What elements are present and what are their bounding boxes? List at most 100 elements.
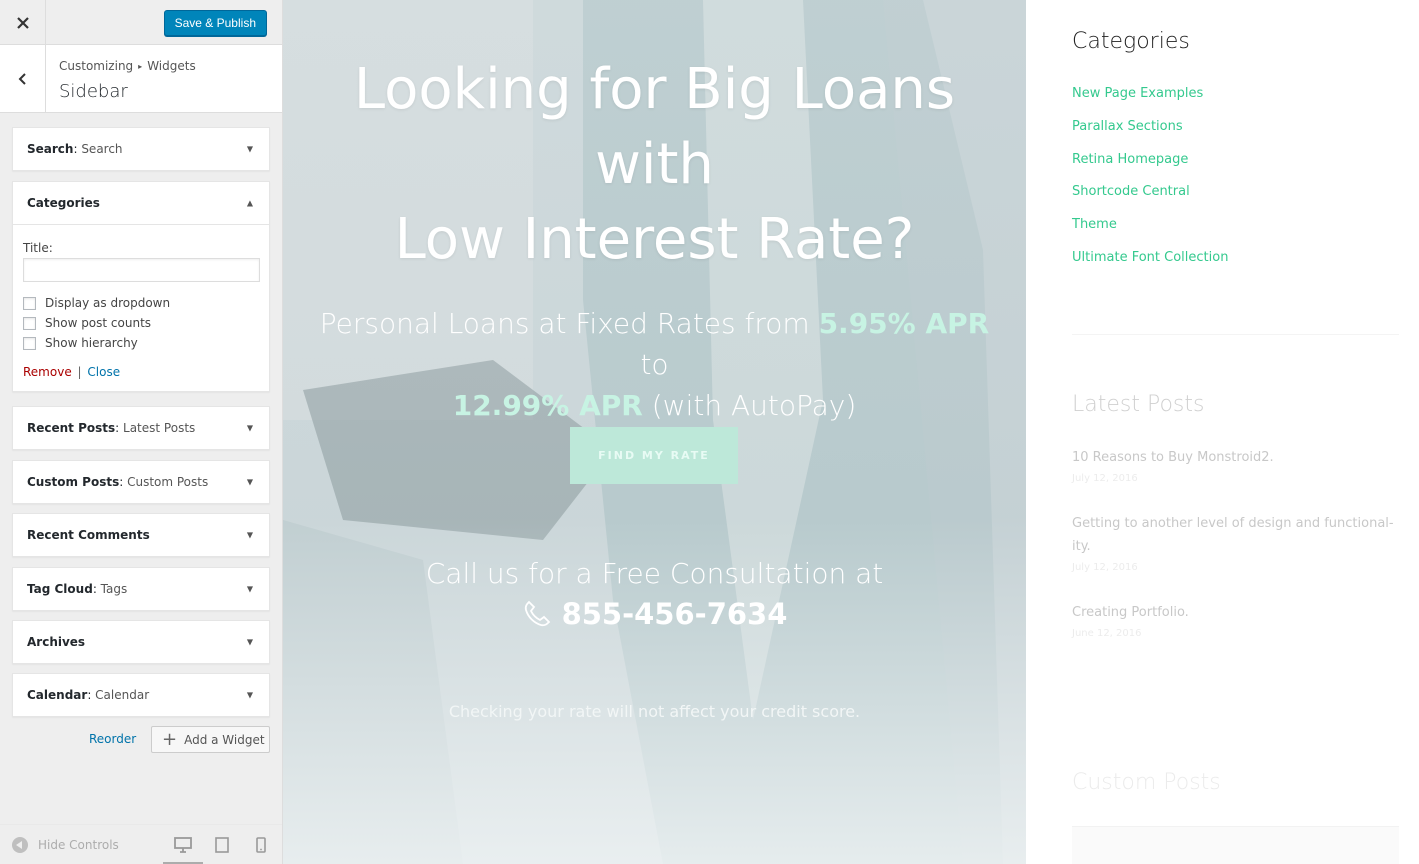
category-link[interactable]: New Page Examples xyxy=(1072,86,1228,119)
title-label: Title: xyxy=(23,241,53,255)
preview-tablet-button[interactable] xyxy=(210,833,234,857)
divider xyxy=(1072,334,1399,335)
categories-list: New Page Examples Parallax Sections Reti… xyxy=(1072,86,1228,283)
credit-note: Checking your rate will not affect your … xyxy=(448,702,861,721)
expand-arrow-icon[interactable]: ▼ xyxy=(247,691,253,700)
expand-arrow-icon[interactable]: ▼ xyxy=(247,478,253,487)
back-button[interactable] xyxy=(0,45,46,113)
hide-controls-label: Hide Controls xyxy=(38,838,119,852)
phone-icon xyxy=(524,600,550,627)
custom-post-thumbnails xyxy=(1072,826,1399,864)
hero-content: Looking for Big Loans with Low Interest … xyxy=(283,0,1026,864)
widget-subtitle: Search xyxy=(81,142,123,156)
option-show-post-counts[interactable]: Show post counts xyxy=(23,316,259,330)
checkbox[interactable] xyxy=(23,316,36,330)
find-my-rate-button[interactable]: FIND MY RATE xyxy=(570,427,738,484)
save-publish-button[interactable]: Save & Publish xyxy=(163,10,267,36)
customizer-header: Save & Publish xyxy=(0,0,282,45)
post-title[interactable]: Getting to another level of design and f… xyxy=(1072,512,1402,558)
custom-posts-heading: Custom Posts xyxy=(1072,770,1221,795)
widget-name: Tag Cloud xyxy=(27,582,93,596)
categories-heading: Categories xyxy=(1072,29,1190,54)
post-title[interactable]: 10 Reasons to Buy Monstroid2. xyxy=(1072,446,1402,469)
option-display-dropdown[interactable]: Display as dropdown xyxy=(23,296,259,310)
preview-desktop-button[interactable] xyxy=(163,833,203,864)
preview-sidebar: Categories New Page Examples Parallax Se… xyxy=(1026,0,1419,864)
widget-archives-header[interactable]: Archives ▼ xyxy=(13,621,269,663)
collapse-arrow-icon[interactable]: ▲ xyxy=(247,199,253,208)
remove-link[interactable]: Remove xyxy=(23,365,72,379)
customizer-panel: Save & Publish Customizing ▸ Widgets Sideb… xyxy=(0,0,283,864)
widget-name: Recent Posts xyxy=(27,421,116,435)
preview-mobile-button[interactable] xyxy=(249,833,273,857)
post-title[interactable]: Creating Portfolio. xyxy=(1072,601,1402,624)
widget-search-header[interactable]: Search: Search ▼ xyxy=(13,128,269,170)
collapse-icon xyxy=(12,837,28,853)
expand-arrow-icon[interactable]: ▼ xyxy=(247,531,253,540)
reorder-link[interactable]: Reorder xyxy=(89,732,136,746)
phone-number[interactable]: 855-456-7634 xyxy=(562,594,788,634)
widget-name: Custom Posts xyxy=(27,475,120,489)
checkbox[interactable] xyxy=(23,336,36,350)
section-header: Customizing ▸ Widgets Sidebar xyxy=(0,45,282,113)
title-field[interactable] xyxy=(23,258,260,282)
actions-separator: | xyxy=(77,365,82,379)
close-icon xyxy=(16,16,29,29)
widget-name: Calendar xyxy=(27,688,88,702)
widget-recent-posts-header[interactable]: Recent Posts: Latest Posts ▼ xyxy=(13,407,269,449)
option-show-hierarchy[interactable]: Show hierarchy xyxy=(23,336,259,350)
customizer-footer: Hide Controls xyxy=(0,824,282,864)
post-item: Getting to another level of design and f… xyxy=(1072,512,1402,573)
widget-name: Categories xyxy=(27,196,100,210)
close-link[interactable]: Close xyxy=(87,365,120,379)
post-date: June 12, 2016 xyxy=(1072,628,1142,639)
checkbox[interactable] xyxy=(23,296,36,310)
heading-line-3: Low Interest Rate? xyxy=(394,207,915,272)
category-link[interactable]: Shortcode Central xyxy=(1072,184,1228,217)
heading-line-1: Looking for Big Loans xyxy=(353,57,956,122)
expand-arrow-icon[interactable]: ▼ xyxy=(247,638,253,647)
categories-form: Title: Display as dropdown Show post cou… xyxy=(13,224,269,391)
widget-categories-header[interactable]: Categories ▲ xyxy=(13,182,269,224)
widget-calendar-header[interactable]: Calendar: Calendar ▼ xyxy=(13,674,269,716)
section-title: Sidebar xyxy=(59,81,128,102)
widget-subtitle: Latest Posts xyxy=(123,421,196,435)
widget-tag-cloud-header[interactable]: Tag Cloud: Tags ▼ xyxy=(13,568,269,610)
breadcrumb-customizing: Customizing xyxy=(59,59,134,73)
widget-name: Archives xyxy=(27,635,86,649)
breadcrumb-separator-icon: ▸ xyxy=(138,62,143,71)
expand-arrow-icon[interactable]: ▼ xyxy=(247,424,253,433)
hero-subheading: Personal Loans at Fixed Rates from 5.95%… xyxy=(303,303,1006,426)
widget-archives: Archives ▼ xyxy=(12,620,270,664)
category-link[interactable]: Parallax Sections xyxy=(1072,119,1228,152)
desktop-icon xyxy=(174,837,192,853)
hide-controls-button[interactable]: Hide Controls xyxy=(12,837,119,853)
phone-line: 855-456-7634 xyxy=(283,594,1026,634)
close-customizer-button[interactable] xyxy=(0,0,46,45)
post-item: Creating Portfolio. June 12, 2016 xyxy=(1072,601,1402,639)
category-link[interactable]: Retina Homepage xyxy=(1072,152,1228,185)
widget-custom-posts-header[interactable]: Custom Posts: Custom Posts ▼ xyxy=(13,461,269,503)
latest-posts-heading: Latest Posts xyxy=(1072,392,1205,417)
widget-custom-posts: Custom Posts: Custom Posts ▼ xyxy=(12,460,270,504)
widget-actions: Remove | Close xyxy=(23,365,259,379)
widget-subtitle: Custom Posts xyxy=(127,475,209,489)
widget-subtitle: Calendar xyxy=(95,688,150,702)
category-link[interactable]: Ultimate Font Collection xyxy=(1072,250,1228,283)
expand-arrow-icon[interactable]: ▼ xyxy=(247,585,253,594)
category-link[interactable]: Theme xyxy=(1072,217,1228,250)
plus-icon: + xyxy=(162,728,178,750)
sub-text-1: Personal Loans at Fixed Rates from xyxy=(319,307,819,340)
post-date: July 12, 2016 xyxy=(1072,473,1138,484)
add-widget-button[interactable]: + Add a Widget xyxy=(151,726,270,753)
widget-recent-comments-header[interactable]: Recent Comments ▼ xyxy=(13,514,269,556)
option-label: Show hierarchy xyxy=(45,336,138,350)
call-block: Call us for a Free Consultation at 855-4… xyxy=(283,554,1026,634)
widget-calendar: Calendar: Calendar ▼ xyxy=(12,673,270,717)
widget-tag-cloud: Tag Cloud: Tags ▼ xyxy=(12,567,270,611)
widget-recent-comments: Recent Comments ▼ xyxy=(12,513,270,557)
post-item: 10 Reasons to Buy Monstroid2. July 12, 2… xyxy=(1072,446,1402,484)
chevron-left-icon xyxy=(18,73,26,85)
expand-arrow-icon[interactable]: ▼ xyxy=(247,145,253,154)
breadcrumb: Customizing ▸ Widgets xyxy=(59,59,196,73)
